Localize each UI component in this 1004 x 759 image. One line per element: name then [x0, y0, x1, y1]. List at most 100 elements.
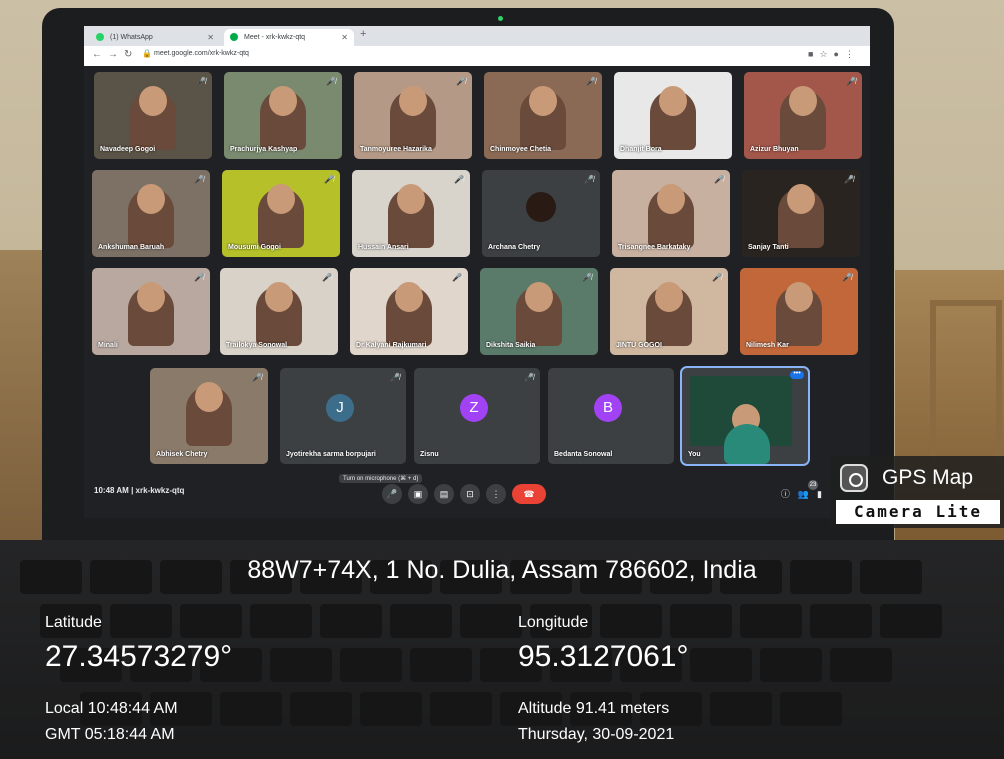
mic-off-icon: 🎤̸: [326, 77, 336, 86]
face: [399, 86, 427, 116]
face: [395, 282, 423, 312]
participant-name: Dikshita Saikia: [486, 342, 536, 349]
participant-count-badge: 23: [808, 480, 818, 490]
tab-label: Meet - xrk-kwkz-qtq: [244, 34, 306, 41]
meeting-details: 10:48 AM | xrk-kwkz-qtq: [94, 486, 184, 495]
participant-avatar: Z: [460, 394, 488, 422]
gps-info-overlay: 88W7+74X, 1 No. Dulia, Assam 786602, Ind…: [0, 540, 1004, 759]
participant-tile[interactable]: 🎤̸ Trailokya Sonowal: [220, 268, 338, 355]
tab-meet[interactable]: Meet - xrk-kwkz-qtq ✕: [224, 29, 354, 46]
forward-icon[interactable]: →: [108, 49, 118, 60]
participant-name: Azizur Bhuyan: [750, 146, 799, 153]
person-silhouette: [724, 424, 770, 464]
meeting-time: 10:48 AM: [94, 486, 129, 495]
lock-icon: 🔒: [142, 49, 152, 58]
participant-tile[interactable]: 🎤̸ Sanjay Tanti: [742, 170, 860, 257]
mic-off-icon: 🎤̸: [456, 77, 466, 86]
participant-name: Mousumi Gogoi: [228, 244, 281, 251]
chair: [930, 300, 1002, 466]
mic-off-icon: 🎤̸: [194, 273, 204, 282]
side-panel-icons[interactable]: ⓘ👥▮: [781, 487, 830, 500]
face: [137, 184, 165, 214]
participant-tile[interactable]: J 🎤̸ Jyotirekha sarma borpujari: [280, 368, 406, 464]
participant-tile[interactable]: 🎤̸ Ankshuman Baruah: [92, 170, 210, 257]
meeting-code: xrk-kwkz-qtq: [135, 486, 185, 495]
laptop-screen: (1) WhatsApp ✕ Meet - xrk-kwkz-qtq ✕ + ←…: [84, 26, 870, 518]
face: [267, 184, 295, 214]
participant-name: Sanjay Tanti: [748, 244, 789, 251]
participant-tile[interactable]: 🎤̸ Abhisek Chetry: [150, 368, 268, 464]
participant-tile[interactable]: 🎤̸ Nilimesh Kar: [740, 268, 858, 355]
close-icon[interactable]: ✕: [207, 29, 214, 46]
latitude-value: 27.34573279°: [45, 640, 233, 673]
date: Thursday, 30-09-2021: [518, 726, 675, 743]
webcam-indicator: [498, 16, 503, 21]
face: [657, 184, 685, 214]
participant-tile[interactable]: 🎤̸ Dr Kalyani Rajkumari: [350, 268, 468, 355]
face: [137, 282, 165, 312]
participant-name: Minali: [98, 342, 118, 349]
participant-name: Jyotirekha sarma borpujari: [286, 451, 376, 458]
participant-tile[interactable]: 🎤̸ Chinmoyee Chetia: [484, 72, 602, 159]
captions-button[interactable]: ▤: [434, 484, 454, 504]
profile-photo: [526, 192, 556, 222]
address-bar: ← → ↻ 🔒 meet.google.com/xrk-kwkz-qtq ■☆●…: [84, 46, 870, 66]
present-button[interactable]: ⊡: [460, 484, 480, 504]
mic-off-icon: 🎤̸: [324, 175, 334, 184]
mic-off-icon: 🎤̸: [712, 273, 722, 282]
face: [529, 86, 557, 116]
leave-call-button[interactable]: ☎: [512, 484, 546, 504]
mic-off-icon: 🎤̸: [842, 273, 852, 282]
camera-icon: [840, 464, 868, 492]
participant-tile[interactable]: 🎤̸ Hussain Ansari: [352, 170, 470, 257]
participant-avatar: B: [594, 394, 622, 422]
tab-whatsapp[interactable]: (1) WhatsApp ✕: [90, 29, 220, 46]
participant-name: Bedanta Sonowal: [554, 451, 613, 458]
extension-icons[interactable]: ■☆●⋮: [808, 49, 860, 60]
participant-tile[interactable]: 🎤̸ Mousumi Gogoi: [222, 170, 340, 257]
meet-participant-grid: 🎤̸ Navadeep Gogoi 🎤̸ Prachurjya Kashyap …: [92, 72, 862, 472]
mic-off-icon: 🎤̸: [454, 175, 464, 184]
face: [525, 282, 553, 312]
gmt-time: GMT 05:18:44 AM: [45, 726, 175, 743]
url-field[interactable]: meet.google.com/xrk-kwkz-qtq: [154, 50, 249, 57]
mic-off-icon: 🎤̸: [846, 77, 856, 86]
participant-tile[interactable]: B Bedanta Sonowal: [548, 368, 674, 464]
mic-off-icon: 🎤̸: [194, 175, 204, 184]
participant-name: Archana Chetry: [488, 244, 541, 251]
participant-tile[interactable]: 🎤̸ JINTU GOGOI: [610, 268, 728, 355]
participant-tile[interactable]: 🎤̸ Prachurjya Kashyap: [224, 72, 342, 159]
face: [269, 86, 297, 116]
participant-tile[interactable]: 🎤̸ Navadeep Gogoi: [94, 72, 212, 159]
participant-tile[interactable]: 🎤̸ Dikshita Saikia: [480, 268, 598, 355]
mic-off-icon: 🎤̸: [252, 373, 262, 382]
more-options-button[interactable]: ⋮: [486, 484, 506, 504]
separator: |: [131, 486, 134, 495]
face: [789, 86, 817, 116]
local-time: Local 10:48:44 AM: [45, 700, 178, 717]
participant-tile[interactable]: 🎤̸ Tanmoyuree Hazarika: [354, 72, 472, 159]
microphone-toggle-button[interactable]: 🎤: [382, 484, 402, 504]
latitude-label: Latitude: [45, 614, 102, 631]
gps-address: 88W7+74X, 1 No. Dulia, Assam 786602, Ind…: [247, 556, 757, 584]
participant-tile[interactable]: 🎤̸ Azizur Bhuyan: [744, 72, 862, 159]
longitude-value: 95.3127061°: [518, 640, 689, 673]
reload-icon[interactable]: ↻: [124, 49, 132, 60]
participant-tile[interactable]: 🎤̸ Archana Chetry: [482, 170, 600, 257]
participant-tile[interactable]: 🎤̸ Trisangnee Barkataky: [612, 170, 730, 257]
participant-tile[interactable]: Dhanjit Bora: [614, 72, 732, 159]
tab-label: (1) WhatsApp: [110, 34, 153, 41]
back-icon[interactable]: ←: [92, 49, 102, 60]
participant-name: Prachurjya Kashyap: [230, 146, 298, 153]
camera-toggle-button[interactable]: ▣: [408, 484, 428, 504]
new-tab-icon[interactable]: +: [360, 28, 366, 40]
self-view-tile[interactable]: ••• You: [680, 366, 810, 466]
participant-name: Tanmoyuree Hazarika: [360, 146, 432, 153]
participant-name: Chinmoyee Chetia: [490, 146, 552, 153]
close-icon[interactable]: ✕: [341, 29, 348, 46]
participant-tile[interactable]: 🎤̸ Minali: [92, 268, 210, 355]
more-options-icon[interactable]: •••: [790, 370, 804, 379]
participant-tile[interactable]: Z 🎤̸ Zisnu: [414, 368, 540, 464]
mic-off-icon: 🎤̸: [714, 175, 724, 184]
mic-off-icon: 🎤̸: [322, 273, 332, 282]
